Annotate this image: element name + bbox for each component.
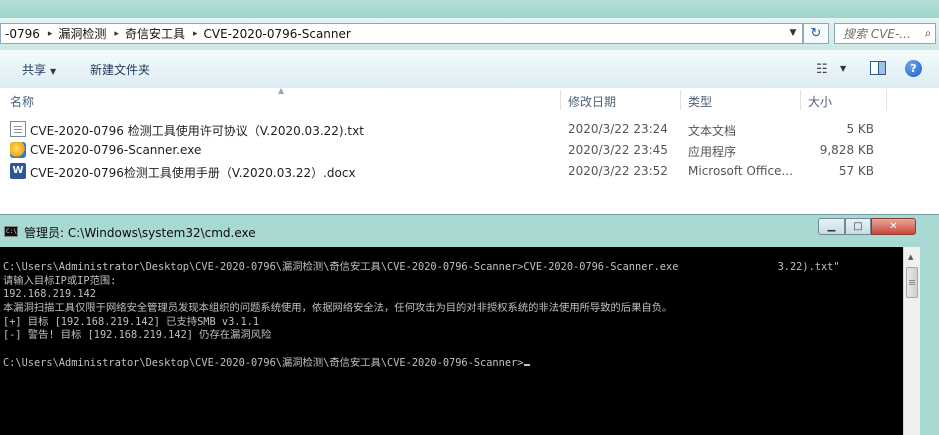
column-header-name[interactable]: 名称	[10, 93, 34, 110]
console-icon[interactable]: C:\	[4, 226, 18, 237]
column-divider[interactable]	[680, 90, 681, 110]
refresh-button[interactable]: ↻	[803, 23, 829, 44]
column-divider[interactable]	[560, 90, 561, 110]
scroll-up-icon[interactable]: ▲	[908, 253, 913, 261]
file-name: CVE-2020-0796 检测工具使用许可协议（V.2020.03.22).t…	[30, 124, 364, 138]
file-date: 2020/3/22 23:45	[568, 143, 668, 157]
breadcrumb-separator-icon[interactable]: ▸	[191, 29, 200, 39]
file-size: 57 KB	[838, 164, 874, 178]
vertical-scrollbar[interactable]: ▲	[903, 247, 920, 435]
address-row: -0796 ▸ 漏洞检测 ▸ 奇信安工具 ▸ CVE-2020-0796-Sca…	[0, 18, 939, 50]
new-folder-button[interactable]: 新建文件夹	[90, 61, 150, 78]
minimize-button[interactable]: ▁	[818, 218, 845, 235]
list-item[interactable]: CVE-2020-0796-Scanner.exe 2020/3/22 23:4…	[0, 140, 939, 161]
breadcrumb-item[interactable]: CVE-2020-0796-Scanner	[200, 27, 357, 41]
breadcrumb-item[interactable]: -0796	[1, 27, 46, 41]
console-prompt: C:\Users\Administrator\Desktop\CVE-2020-…	[3, 356, 524, 369]
list-item[interactable]: W CVE-2020-0796检测工具使用手册（V.2020.03.22）.do…	[0, 161, 939, 182]
text-cursor	[524, 363, 531, 366]
console-line: 请输入目标IP或IP范围:	[3, 274, 117, 287]
search-icon[interactable]: ⌕	[921, 26, 935, 41]
refresh-icon: ↻	[810, 26, 822, 41]
view-options-icon[interactable]: ☷	[816, 62, 828, 77]
file-type: 文本文档	[688, 124, 737, 138]
console-line: [+] 目标 [192.168.219.142] 已支持SMB v3.1.1	[3, 315, 260, 328]
file-name: CVE-2020-0796检测工具使用手册（V.2020.03.22）.docx	[30, 166, 356, 180]
column-header-size[interactable]: 大小	[808, 93, 832, 110]
file-type: 应用程序	[688, 145, 737, 159]
breadcrumb-item[interactable]: 奇信安工具	[121, 25, 191, 42]
console-output[interactable]: C:\Users\Administrator\Desktop\CVE-2020-…	[0, 247, 903, 435]
file-size: 9,828 KB	[819, 143, 874, 157]
column-divider[interactable]	[886, 90, 887, 110]
cmd-title-bar[interactable]: C:\ 管理员: C:\Windows\system32\cmd.exe ▁ □…	[0, 215, 939, 247]
search-input[interactable]: 搜索 CVE-... ⌕	[834, 23, 936, 44]
column-header-row: ▲ 名称 修改日期 类型 大小	[0, 86, 939, 113]
search-placeholder: 搜索 CVE-...	[843, 27, 911, 41]
console-prompt-line[interactable]: C:\Users\Administrator\Desktop\CVE-2020-…	[0, 357, 903, 371]
file-list: CVE-2020-0796 检测工具使用许可协议（V.2020.03.22).t…	[0, 112, 939, 222]
file-date: 2020/3/22 23:24	[568, 122, 668, 136]
console-line: C:\Users\Administrator\Desktop\CVE-2020-…	[3, 261, 840, 273]
maximize-button[interactable]: □	[845, 218, 871, 235]
share-button[interactable]: 共享 ▼	[22, 61, 56, 78]
console-line: [-] 警告! 目标 [192.168.219.142] 仍存在漏洞风险	[3, 329, 272, 342]
close-button[interactable]: ✕	[871, 218, 916, 235]
sort-ascending-icon: ▲	[278, 86, 285, 95]
help-icon[interactable]: ?	[905, 60, 922, 77]
exe-file-icon	[10, 142, 26, 158]
cmd-window: C:\ 管理员: C:\Windows\system32\cmd.exe ▁ □…	[0, 214, 939, 435]
preview-pane-icon[interactable]	[870, 61, 886, 75]
file-size: 5 KB	[846, 122, 874, 136]
column-header-date[interactable]: 修改日期	[568, 93, 616, 110]
address-bar[interactable]: -0796 ▸ 漏洞检测 ▸ 奇信安工具 ▸ CVE-2020-0796-Sca…	[0, 23, 803, 44]
window-title: 管理员: C:\Windows\system32\cmd.exe	[24, 226, 256, 240]
chevron-down-icon[interactable]: ▼	[840, 64, 846, 73]
file-date: 2020/3/22 23:52	[568, 164, 668, 178]
explorer-title-strip	[0, 0, 939, 18]
text-file-icon	[10, 121, 26, 137]
list-item[interactable]: CVE-2020-0796 检测工具使用许可协议（V.2020.03.22).t…	[0, 119, 939, 140]
breadcrumb-item[interactable]: 漏洞检测	[54, 25, 112, 42]
caption-buttons: ▁ □ ✕	[818, 218, 916, 236]
breadcrumb-separator-icon[interactable]: ▸	[112, 29, 121, 39]
console-line: 本漏洞扫描工具仅限于网络安全管理员发现本组织的问题系统使用，依据网络安全法，任何…	[3, 302, 673, 315]
address-dropdown-icon[interactable]: ▼	[786, 28, 800, 40]
chevron-down-icon: ▼	[50, 67, 57, 76]
file-type: Microsoft Office...	[688, 164, 793, 178]
scrollbar-thumb[interactable]	[906, 267, 918, 298]
console-line: 192.168.219.142	[3, 288, 96, 301]
share-label: 共享	[22, 63, 47, 77]
column-header-type[interactable]: 类型	[688, 93, 712, 110]
word-doc-icon: W	[10, 163, 26, 179]
file-name: CVE-2020-0796-Scanner.exe	[30, 143, 202, 157]
column-divider[interactable]	[800, 90, 801, 110]
explorer-toolbar: 共享 ▼ 新建文件夹 ☷ ▼ ?	[0, 50, 939, 89]
breadcrumb-separator-icon[interactable]: ▸	[46, 29, 55, 39]
